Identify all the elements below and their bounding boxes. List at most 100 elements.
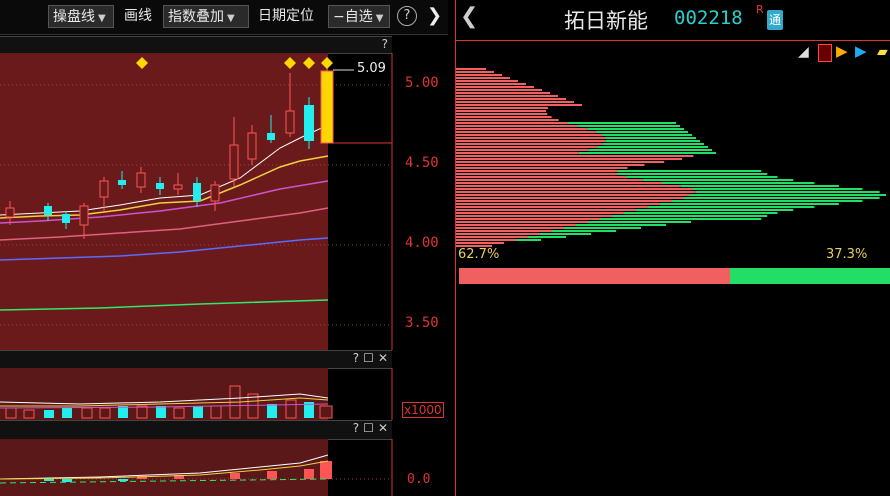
volume-pane-header: ? ☐ ✕ xyxy=(0,350,392,369)
chart-panel: ? 5.09 5.00 4.50 4.00 3.50 ? ☐ ✕ x1000 ?… xyxy=(0,36,448,496)
stock-code: 002218 xyxy=(674,7,743,29)
watchlist-label: 自选 xyxy=(344,9,373,25)
top-toolbar: 操盘线 ▼ 画线 指数叠加 ▼ 日期定位 −自选 ▼ ? ❯ xyxy=(0,0,448,35)
chip-bar-red xyxy=(456,152,579,154)
chip-bar-green xyxy=(576,224,666,226)
help-icon[interactable]: ? xyxy=(382,37,388,51)
chip-bar-red xyxy=(456,68,486,70)
chip-bar-red xyxy=(456,230,552,232)
collapse-icon[interactable]: ❯ xyxy=(427,5,442,26)
chip-bar-red xyxy=(456,149,589,151)
chip-bar-green xyxy=(577,125,680,127)
date-locate-button[interactable]: 日期定位 xyxy=(258,5,314,28)
help-icon[interactable]: ? xyxy=(397,6,417,26)
folder-icon[interactable]: ▰ xyxy=(877,44,888,60)
chip-bar-green xyxy=(588,149,712,151)
chip-bar-red xyxy=(456,74,502,76)
flag-icon[interactable]: ▶ xyxy=(836,42,848,60)
chip-bar-red xyxy=(456,236,528,238)
chip-bar-green xyxy=(595,131,688,133)
chip-bar-red xyxy=(456,80,518,82)
candlestick-chart[interactable] xyxy=(0,53,448,350)
chip-bar-red xyxy=(456,89,542,91)
chip-bar-green xyxy=(661,182,815,184)
chip-bar-green xyxy=(680,185,839,187)
watchlist-dropdown[interactable]: −自选 ▼ xyxy=(328,5,390,28)
chip-bar-red xyxy=(456,71,494,73)
chip-bar-red xyxy=(456,137,606,139)
chip-bar-green xyxy=(528,236,566,238)
chip-bar-red xyxy=(456,215,612,217)
volume-scale-label: x1000 xyxy=(402,402,444,418)
chip-bar-green xyxy=(605,137,696,139)
draw-line-button[interactable]: 画线 xyxy=(124,5,152,28)
chip-bar-red xyxy=(456,110,547,112)
tong-badge[interactable]: 通 xyxy=(767,10,783,30)
chip-bar-red xyxy=(456,92,550,94)
chip-bar-green xyxy=(692,188,863,190)
chip-bar-red xyxy=(456,185,681,187)
chip-bar-red xyxy=(456,86,534,88)
operate-line-dropdown[interactable]: 操盘线 ▼ xyxy=(48,5,114,28)
divider xyxy=(456,40,890,41)
chip-bar-green xyxy=(660,203,839,205)
main-pane-header: ? xyxy=(0,36,392,54)
chip-bar-green xyxy=(695,191,880,193)
chip-bar-red xyxy=(456,173,617,175)
y-axis-label: 4.00 xyxy=(405,235,439,251)
chip-bar-green xyxy=(578,152,716,154)
chip-bar-green xyxy=(602,134,692,136)
chip-bar-red xyxy=(456,206,648,208)
chip-bar-red xyxy=(456,221,588,223)
maximize-icon[interactable]: ☐ xyxy=(363,351,374,365)
chip-bar-green xyxy=(625,176,778,178)
chip-bar-red xyxy=(456,164,645,166)
chip-bar-green xyxy=(648,206,815,208)
chip-bar-green xyxy=(616,173,768,175)
chip-bar-green xyxy=(672,200,863,202)
profit-percent: 62.7% xyxy=(458,247,500,262)
profit-ratio-bar xyxy=(459,268,890,284)
index-overlay-dropdown[interactable]: 指数叠加 ▼ xyxy=(163,5,249,28)
chip-bar-red xyxy=(456,212,624,214)
chip-bar-red xyxy=(456,239,516,241)
flag-blue-icon[interactable]: ▶ xyxy=(855,42,867,60)
chip-bar-red xyxy=(456,113,548,115)
volume-chart[interactable] xyxy=(0,368,448,420)
indicator-chart[interactable] xyxy=(0,439,448,496)
chip-bar-red xyxy=(456,155,694,157)
chip-bar-red xyxy=(456,125,578,127)
chip-bar-green xyxy=(612,215,768,217)
chip-chart-icon[interactable] xyxy=(818,44,832,62)
help-icon[interactable]: ? xyxy=(353,351,359,365)
chip-bar-red xyxy=(456,218,600,220)
maximize-icon[interactable]: ☐ xyxy=(363,421,374,435)
y-axis-label: 5.00 xyxy=(405,75,439,91)
chip-bar-green xyxy=(540,233,591,235)
eraser-icon[interactable]: ◢ xyxy=(798,44,809,60)
chip-bar-red xyxy=(456,203,660,205)
dash-icon: − xyxy=(333,9,345,25)
indicator-pane-header: ? ☐ ✕ xyxy=(0,420,392,440)
chip-bar-red xyxy=(456,224,576,226)
chip-bar-red xyxy=(456,107,549,109)
chip-bar-red xyxy=(456,161,665,163)
chip-bar-green xyxy=(600,218,762,220)
price-marker-label: 5.09 xyxy=(357,61,386,76)
chip-bar-green xyxy=(516,239,541,241)
profit-ratio-fill xyxy=(459,268,730,284)
chip-bar-green xyxy=(564,227,641,229)
close-icon[interactable]: ✕ xyxy=(378,421,388,435)
chip-bar-green xyxy=(596,146,708,148)
chevron-down-icon: ▼ xyxy=(98,13,106,24)
chip-distribution-chart xyxy=(456,68,886,247)
chip-bar-red xyxy=(456,128,588,130)
close-icon[interactable]: ✕ xyxy=(378,351,388,365)
chip-bar-red xyxy=(456,131,596,133)
chip-bar-green xyxy=(588,221,691,223)
main-pane-buttons: ? xyxy=(378,37,388,51)
chip-bar-green xyxy=(636,209,794,211)
help-icon[interactable]: ? xyxy=(353,421,359,435)
chip-bar-green xyxy=(567,122,676,124)
chevron-left-icon[interactable]: ❮ xyxy=(460,4,478,29)
